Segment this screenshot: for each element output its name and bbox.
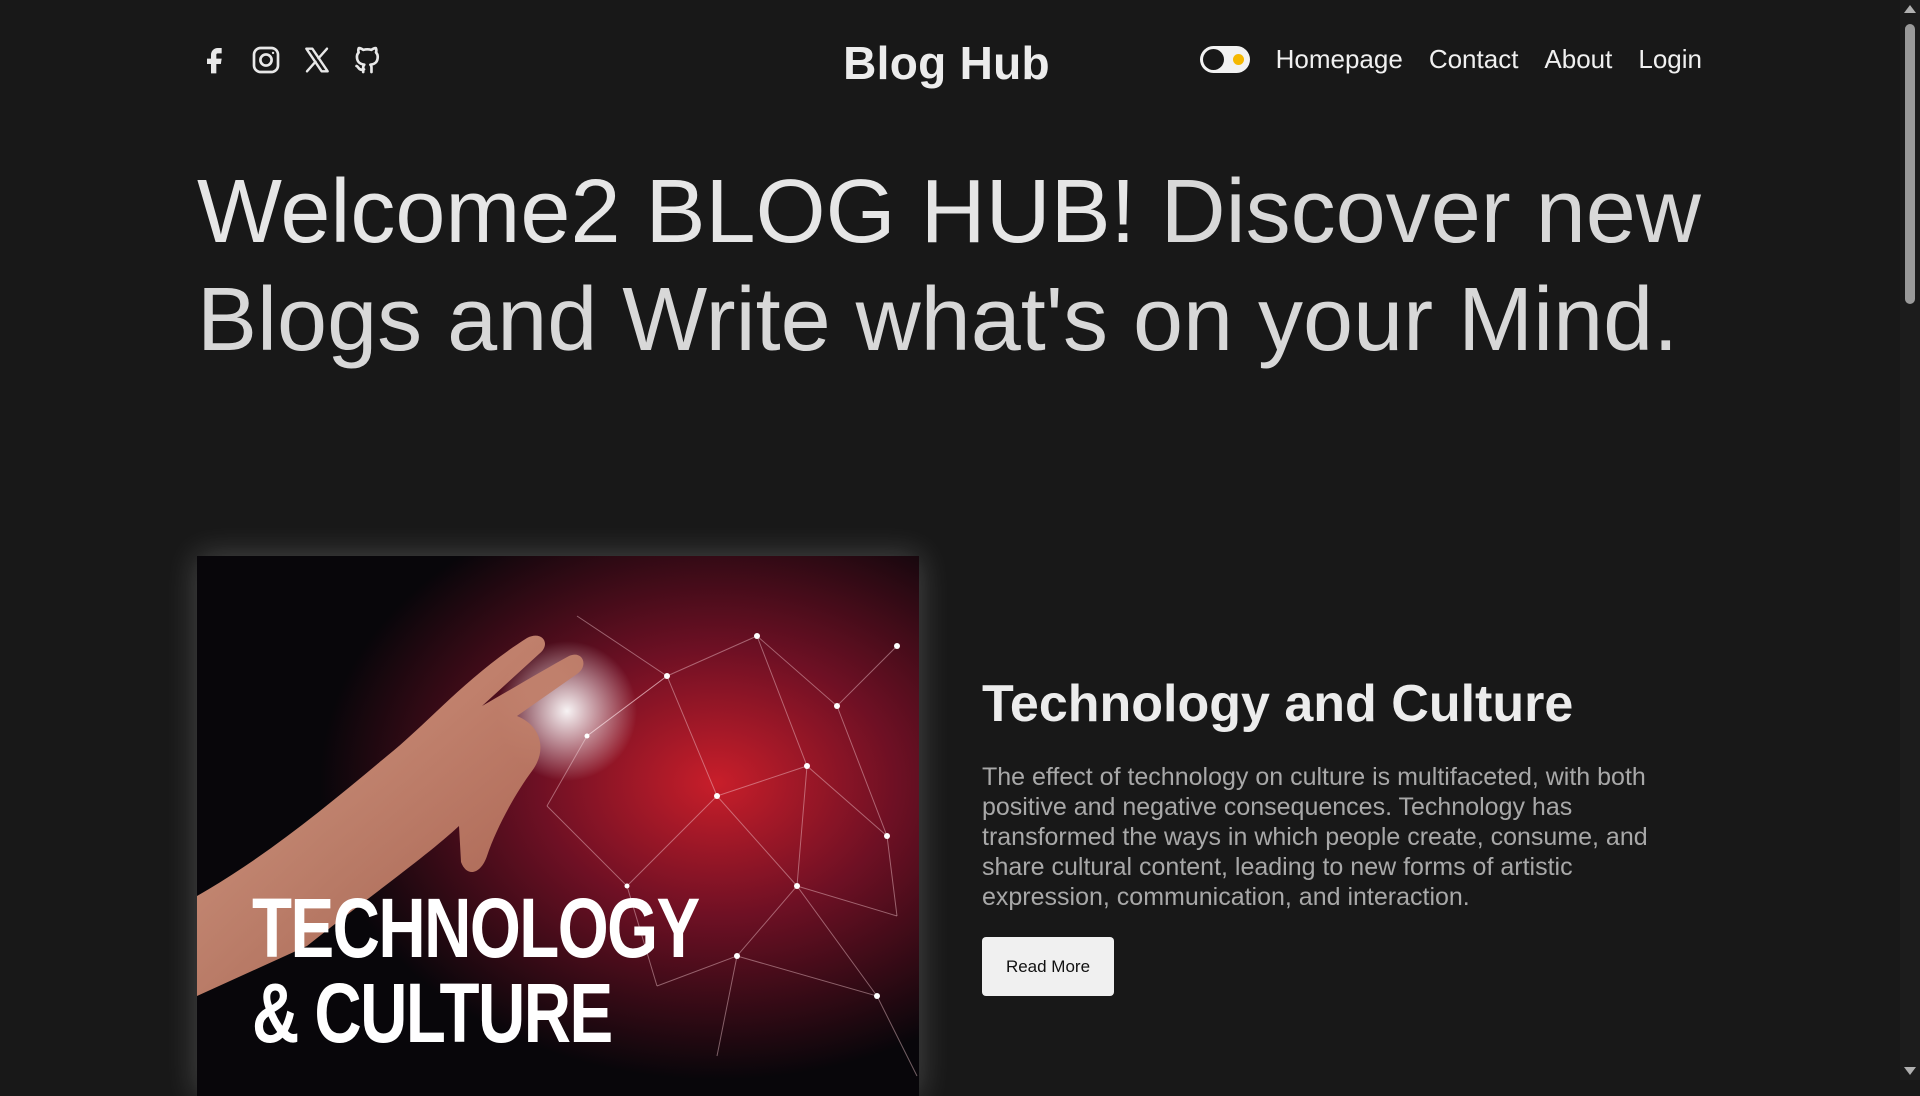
hero-bold: Welcome2 BLOG HUB! [197,162,1136,262]
nav-login[interactable]: Login [1638,44,1702,75]
main-nav: Homepage Contact About Login [1199,44,1702,75]
x-twitter-icon[interactable] [299,42,335,78]
social-links [197,42,386,78]
image-caption-line2: & CULTURE [252,966,613,1060]
image-caption: TECHNOLOGY & CULTURE [252,881,700,1060]
scrollbar-thumb[interactable] [1905,24,1915,304]
hero-heading: Welcome2 BLOG HUB! Discover new Blogs an… [197,158,1717,374]
post-title[interactable]: Technology and Culture [982,674,1573,734]
image-caption-line1: TECHNOLOGY [252,881,700,975]
github-icon[interactable] [350,42,386,78]
facebook-icon[interactable] [197,42,233,78]
toggle-knob [1202,49,1224,70]
post-image[interactable]: TECHNOLOGY & CULTURE [197,556,919,1096]
page-scrollbar[interactable] [1900,0,1920,1080]
scroll-down-arrow-icon[interactable] [1904,1067,1916,1075]
site-brand[interactable]: Blog Hub [770,36,1123,90]
nav-homepage[interactable]: Homepage [1276,44,1403,75]
theme-toggle[interactable] [1199,46,1250,73]
scroll-up-arrow-icon[interactable] [1904,5,1916,13]
nav-contact[interactable]: Contact [1429,44,1519,75]
instagram-icon[interactable] [248,42,284,78]
nav-about[interactable]: About [1544,44,1612,75]
sun-icon [1232,54,1244,65]
post-excerpt: The effect of technology on culture is m… [982,763,1648,911]
read-more-button[interactable]: Read More [982,937,1114,996]
